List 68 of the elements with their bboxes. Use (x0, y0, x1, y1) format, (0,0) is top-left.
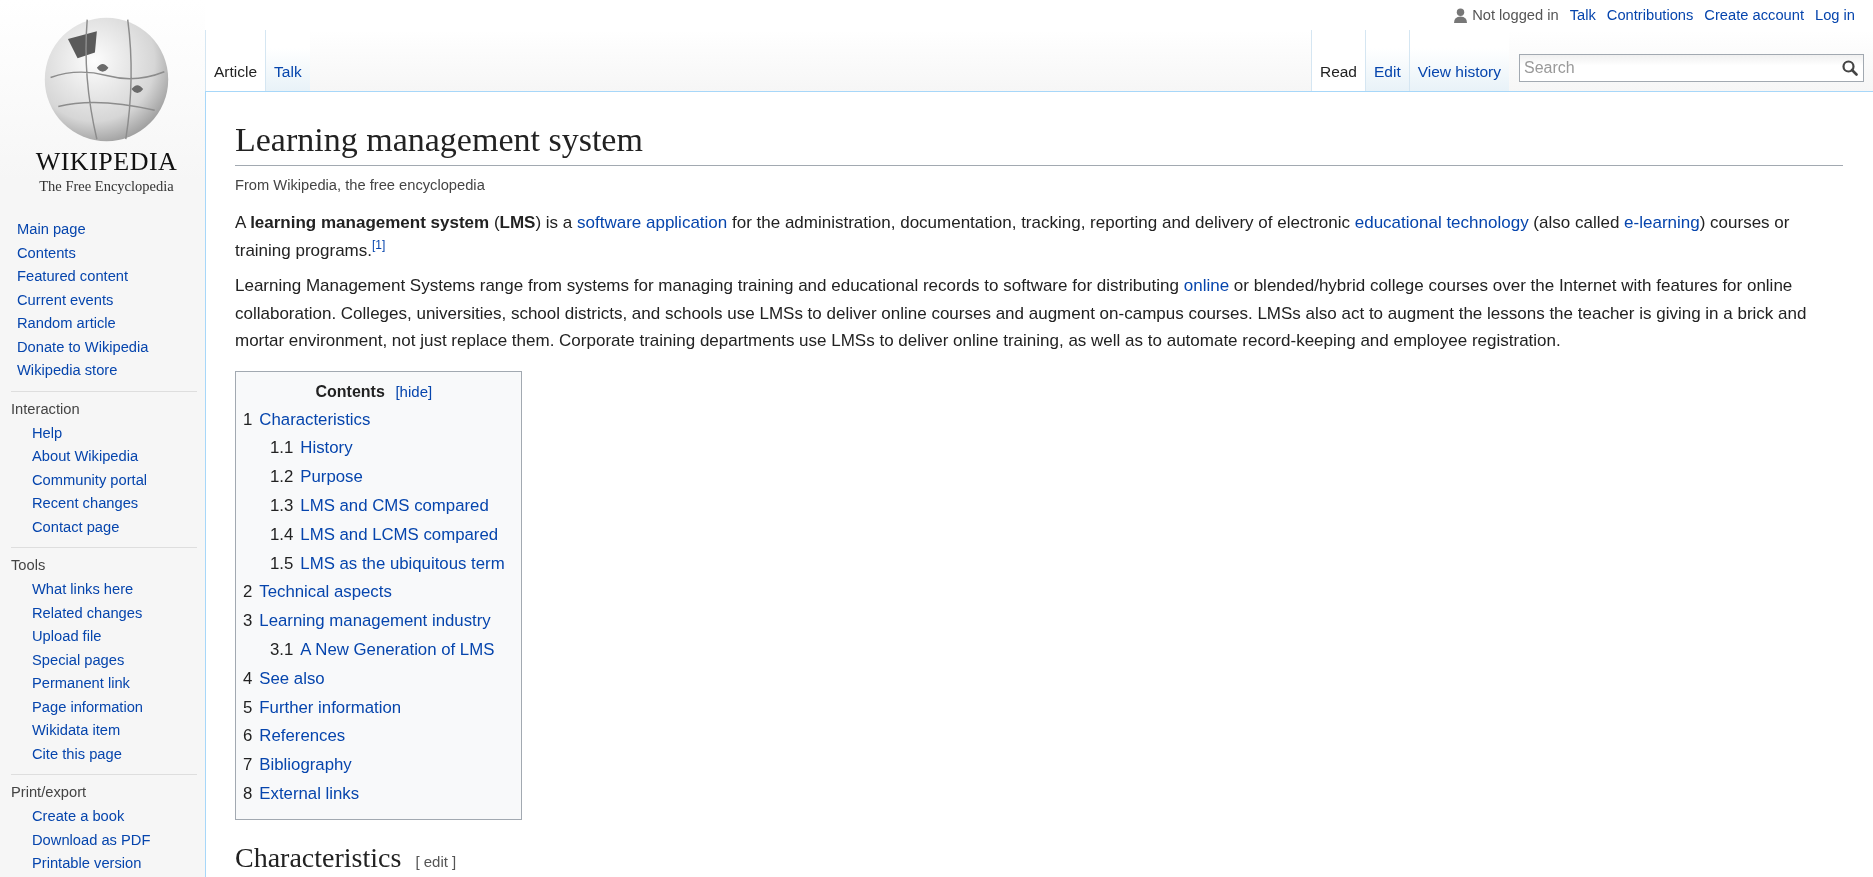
sidebar-link[interactable]: Help (32, 424, 63, 441)
sidebar-link[interactable]: Featured content (17, 268, 129, 284)
personal-link[interactable]: Talk (1569, 7, 1596, 23)
sidebar-link[interactable]: Related changes (32, 604, 143, 621)
wordmark: WIKIPEDIA (35, 149, 178, 175)
article-link[interactable]: e-learning (1624, 213, 1700, 233)
paragraph: A learning management system (LMS) is a software application for the administration, documentation, tracking, reporting and delivery of electronic educational technology (also called e-learning) courses or training programs.$^{[1]}$ (235, 212, 1791, 262)
sidebar-link[interactable]: Recent changes (32, 495, 139, 511)
namespace-tab[interactable]: Article (205, 30, 266, 92)
sidebar-link[interactable]: Wikidata item (32, 722, 121, 738)
sidebar-link[interactable]: What links here (32, 581, 134, 597)
article-title: Learning management system (235, 118, 1843, 167)
sidebar-link[interactable]: Download as PDF (32, 831, 151, 848)
toc-link[interactable]: 2 Technical aspects (243, 582, 392, 602)
toc-link[interactable]: 1.2 Purpose (270, 467, 363, 487)
toc-link[interactable]: 3.1 A New Generation of LMS (270, 640, 495, 660)
view-tab[interactable]: View history (1408, 30, 1509, 92)
portal-heading: Interaction (11, 400, 81, 417)
toc-link[interactable]: 1 Characteristics (243, 409, 371, 429)
personal-link[interactable]: Contributions (1606, 7, 1694, 23)
sidebar-link[interactable]: Contents (17, 244, 76, 261)
portal-heading: Print/export (11, 784, 88, 800)
logo-tagline: The Free Encyclopedia (39, 178, 174, 195)
sidebar-link[interactable]: Permanent link (32, 675, 130, 691)
toc-link[interactable]: 1.5 LMS as the ubiquitous term (270, 553, 505, 573)
toc-link[interactable]: 6 References (243, 726, 346, 746)
toc-link[interactable]: 3 Learning management industry (243, 611, 491, 631)
toc-link[interactable]: 4 See also (243, 668, 325, 688)
search-field[interactable]: Search (1519, 54, 1864, 82)
sidebar-link[interactable]: Community portal (32, 471, 148, 488)
sidebar-link[interactable]: Printable version (32, 855, 142, 871)
article-link[interactable]: software application (577, 213, 728, 233)
article-link[interactable]: educational technology (1354, 213, 1529, 233)
sidebar-link[interactable]: Contact page (32, 518, 120, 535)
sidebar-link[interactable]: About Wikipedia (32, 448, 139, 464)
sidebar-link[interactable]: Upload file (32, 628, 102, 644)
personal-link[interactable]: Create account (1704, 7, 1804, 23)
toc-link[interactable]: 5 Further information (243, 697, 402, 717)
view-tab[interactable]: Read (1310, 30, 1365, 92)
sidebar-link[interactable]: Special pages (32, 651, 125, 668)
paragraph: Learning Management Systems range from systems for managing training and educational records to software for distributing online or blended/hybrid college courses over the Internet with features for online collaboration. Colleges, universities, school districts, and schools use LMSs to deliver online courses and augment on-campus courses. LMSs also act to augment the lessons the teacher is giving in a brick and mortar environment, not just replace them. Corporate training departments use LMSs to deliver online training, as well as to automate record-keeping and employee registration. (235, 275, 1808, 353)
view-tab[interactable]: Edit (1365, 30, 1409, 92)
portal-heading: Tools (11, 557, 47, 573)
reference-link[interactable]: [1] (372, 238, 386, 253)
toc-link[interactable]: 7 Bibliography (243, 755, 352, 775)
article-link[interactable]: online (1183, 276, 1230, 296)
toc-link[interactable]: 1.3 LMS and CMS compared (270, 496, 489, 516)
personal-link[interactable]: Log in (1814, 7, 1855, 23)
toc-link[interactable]: 1.4 LMS and LCMS compared (270, 524, 499, 544)
sidebar-link[interactable]: Page information (32, 698, 144, 715)
section-heading: Characteristics (235, 841, 402, 873)
toc-link[interactable]: 1.1 History (270, 438, 353, 458)
toc-link[interactable]: 8 External links (243, 784, 360, 804)
toc-title: Contents (315, 382, 385, 400)
sidebar-link[interactable]: Donate to Wikipedia (17, 338, 149, 355)
toc-toggle[interactable]: [hide] (395, 382, 433, 400)
namespace-tab[interactable]: Talk (265, 30, 310, 92)
sidebar-link[interactable]: Current events (17, 291, 114, 308)
sidebar-link[interactable]: Wikipedia store (17, 362, 118, 378)
search-icon[interactable] (1842, 60, 1858, 76)
sidebar-link[interactable]: Cite this page (32, 745, 122, 762)
article-tagline: From Wikipedia, the free encyclopedia (235, 177, 486, 194)
sidebar-link[interactable]: Create a book (32, 808, 125, 824)
section-edit-link[interactable]: [ edit ] (415, 852, 457, 870)
login-status: Not logged in (1472, 7, 1559, 23)
user-icon (1454, 7, 1468, 23)
sidebar-link[interactable]: Main page (17, 221, 86, 237)
sidebar-link[interactable]: Random article (17, 315, 116, 331)
